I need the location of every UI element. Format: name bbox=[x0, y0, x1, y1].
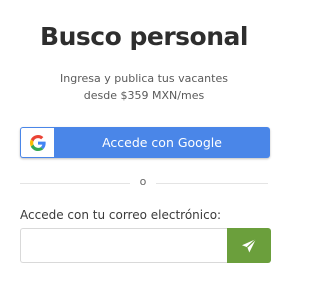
subtitle-line-2: desde $359 MXN/mes bbox=[83, 89, 205, 102]
page-subtitle: Ingresa y publica tus vacantes desde $35… bbox=[0, 70, 288, 104]
email-login-label: Accede con tu correo electrónico: bbox=[20, 208, 222, 222]
divider-right bbox=[156, 183, 268, 184]
paper-plane-icon bbox=[242, 238, 257, 252]
or-separator: o bbox=[139, 175, 147, 188]
page-title: Busco personal bbox=[40, 22, 248, 51]
email-submit-button[interactable] bbox=[227, 228, 271, 263]
login-page: Busco personal Ingresa y publica tus vac… bbox=[0, 0, 288, 288]
google-g-icon bbox=[29, 134, 46, 151]
divider-left bbox=[20, 183, 130, 184]
email-input[interactable] bbox=[20, 228, 228, 263]
google-login-button[interactable]: Accede con Google bbox=[20, 127, 270, 158]
google-login-label: Accede con Google bbox=[102, 135, 222, 150]
google-logo-box bbox=[21, 128, 54, 157]
subtitle-line-1: Ingresa y publica tus vacantes bbox=[60, 72, 228, 85]
